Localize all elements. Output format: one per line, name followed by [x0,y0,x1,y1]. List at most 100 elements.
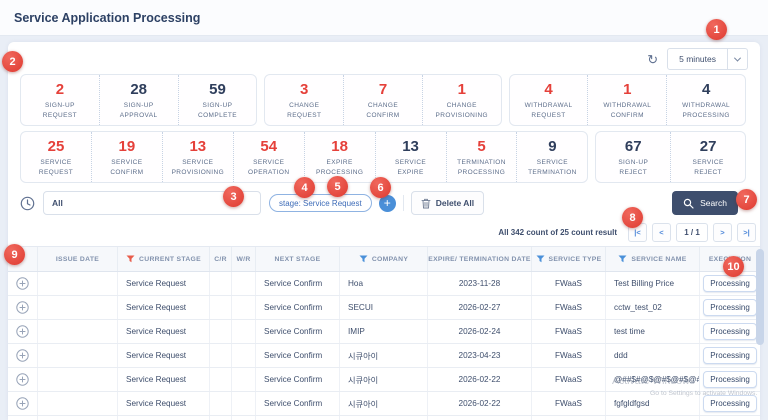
vertical-scrollbar[interactable] [756,249,764,345]
stat-value: 4 [701,80,711,98]
stat-label: WITHDRAWAL REQUEST [524,102,573,119]
stat-label: CHANGE PROVISIONING [435,102,489,119]
filter-funnel-icon-blue[interactable] [536,255,545,263]
stat-value: 7 [378,80,388,98]
cell-next-stage: Service Confirm [256,320,340,343]
stat-group-withdrawal: 4 WITHDRAWAL REQUEST 1 WITHDRAWAL CONFIR… [508,74,746,126]
cell-expand [8,368,38,391]
stage-filter-tag[interactable]: stage: Service Request [269,194,372,212]
processing-button[interactable]: Processing [703,347,757,364]
stat-label: SERVICE REJECT [692,159,724,176]
cell-cr [210,272,232,295]
filter-funnel-icon-blue[interactable] [618,255,627,263]
cell-wr [232,392,256,415]
cell-next-stage: Service Confirm [256,344,340,367]
refresh-interval-select[interactable]: 5 minutes [667,48,748,70]
processing-button[interactable]: Processing [703,371,757,388]
cell-cr [210,368,232,391]
cell-service-name: test time [606,320,700,343]
delete-all-button[interactable]: Delete All [410,191,485,215]
stat-value: 1 [623,80,632,98]
table-row: Service Request Service Confirm 시큐아이 202… [8,392,760,416]
stat-group-reject: 67 SIGN-UP REJECT 27 SERVICE REJECT [595,131,746,183]
refresh-row: ↻ 5 minutes [8,48,748,70]
cell-wr [232,368,256,391]
cell-current-stage: Service Request [118,320,210,343]
refresh-interval-value: 5 minutes [679,54,716,64]
header-cr: C/R [210,247,232,271]
stat-group-change: 3 CHANGE REQUEST 7 CHANGE CONFIRM 1 CHAN… [264,74,502,126]
cell-execution: Processing [700,296,760,319]
cell-wr [232,320,256,343]
table-header-row: ISSUE DATE CURRENT STAGE C/R W/R NEXT ST… [8,246,760,272]
stat-value: 28 [130,80,148,98]
stat-card: 7 CHANGE CONFIRM [343,75,422,125]
cell-current-stage: Service Request [118,344,210,367]
expand-row-icon[interactable] [16,397,29,410]
processing-button[interactable]: Processing [703,395,757,412]
cell-service-name: ddd [606,344,700,367]
cell-issue-date [38,368,118,391]
cell-company: 시큐아이 [340,344,428,367]
stat-card: 13 SERVICE EXPIRE [374,132,446,182]
cell-cr [210,416,232,420]
stats-row-1: 2 SIGN-UP REQUEST 28 SIGN-UP APPROVAL 59… [20,74,746,126]
filter-funnel-icon-blue[interactable] [359,255,368,263]
cell-expire-date [428,416,532,420]
table-row: Service Request Service Confirm IMIP 202… [8,320,760,344]
pagination-last-button[interactable]: >| [737,222,756,242]
cell-execution: Processing [700,344,760,367]
cell-service-name [606,416,700,420]
stat-group-signup: 2 SIGN-UP REQUEST 28 SIGN-UP APPROVAL 59… [20,74,258,126]
cell-service-type: FWaaS [532,320,606,343]
cell-company [340,416,428,420]
stat-label: SERVICE CONFIRM [110,159,144,176]
pagination-prev-button[interactable]: < [652,222,671,242]
expand-row-icon[interactable] [16,349,29,362]
cell-cr [210,320,232,343]
stat-label: EXPIRE PROCESSING [315,159,364,176]
cell-service-name: Test Billing Price [606,272,700,295]
stat-value: 25 [47,137,65,155]
cell-company: 시큐아이 [340,368,428,391]
applications-table: ISSUE DATE CURRENT STAGE C/R W/R NEXT ST… [8,246,760,420]
expand-row-icon[interactable] [16,373,29,386]
filter-funnel-icon-red[interactable] [126,255,135,263]
cell-execution: Processing [700,320,760,343]
cell-next-stage: Service Confirm [256,296,340,319]
cell-expire-date: 2026-02-27 [428,296,532,319]
result-count-summary: All 342 count of 25 count result [498,227,617,237]
cell-issue-date [38,296,118,319]
expand-row-icon[interactable] [16,325,29,338]
cell-current-stage: Service Request [118,368,210,391]
annotation-9: 9 [4,244,25,265]
stat-label: CHANGE CONFIRM [366,102,400,119]
stat-card: 18 EXPIRE PROCESSING [303,132,375,182]
stat-label: SERVICE PROVISIONING [171,159,225,176]
stat-label: SIGN-UP REQUEST [42,102,77,119]
stat-value: 1 [457,80,466,98]
cell-current-stage: Service Request [118,296,210,319]
stat-label: WITHDRAWAL CONFIRM [603,102,652,119]
stat-group-service: 25 SERVICE REQUEST 19 SERVICE CONFIRM 13… [20,131,589,183]
cell-company: 시큐아이 [340,392,428,415]
search-icon [683,198,694,209]
expand-row-icon[interactable] [16,301,29,314]
processing-button[interactable]: Processing [703,275,757,292]
header-service-name-label: SERVICE NAME [631,255,687,263]
pagination-next-button[interactable]: > [713,222,732,242]
processing-button[interactable]: Processing [703,299,757,316]
cell-company: SECUI [340,296,428,319]
header-expire-date: EXPIRE/ TERMINATION DATE [428,247,532,271]
cell-cr [210,296,232,319]
annotation-10: 10 [723,256,744,277]
stat-value: 2 [55,80,65,98]
stat-card: 1 CHANGE PROVISIONING [421,75,501,125]
expand-row-icon[interactable] [16,277,29,290]
cell-company: Hoa [340,272,428,295]
refresh-icon[interactable]: ↻ [647,53,658,66]
cell-service-name: cctw_test_02 [606,296,700,319]
processing-button[interactable]: Processing [703,323,757,340]
search-button[interactable]: Search [672,191,738,215]
stat-label: TERMINATION PROCESSING [457,159,506,176]
